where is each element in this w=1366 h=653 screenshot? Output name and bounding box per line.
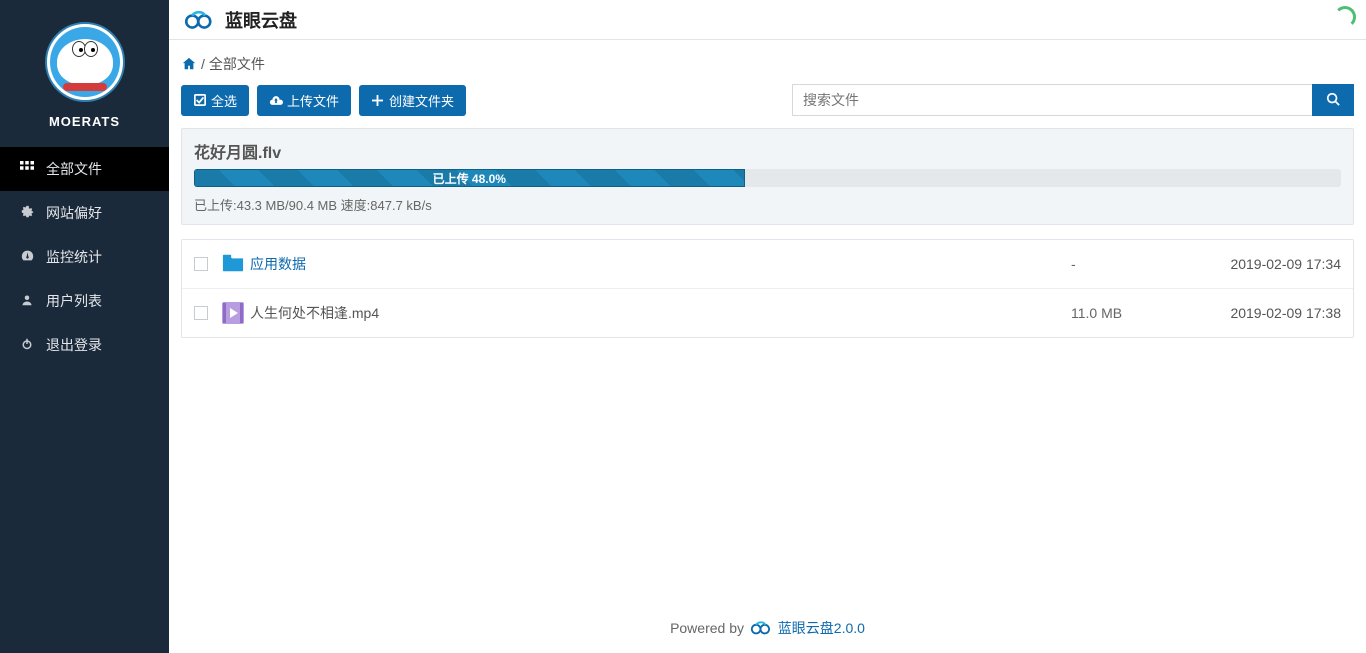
footer-prefix: Powered by [670, 620, 748, 636]
file-list: 应用数据 - 2019-02-09 17:34 人生何处不相逢.mp4 11.0… [181, 239, 1354, 338]
file-size: - [1071, 256, 1191, 272]
search-bar [792, 84, 1354, 116]
sidebar-item-label: 监控统计 [46, 247, 102, 267]
home-icon[interactable] [181, 57, 197, 71]
file-name: 应用数据 [250, 254, 1071, 274]
breadcrumb-sep: / [201, 56, 205, 72]
upload-status-text: 已上传:43.3 MB/90.4 MB 速度:847.7 kB/s [194, 195, 1341, 214]
footer-logo-icon [748, 623, 778, 639]
footer-link[interactable]: 蓝眼云盘2.0.0 [778, 620, 865, 636]
file-size: 11.0 MB [1071, 305, 1191, 321]
sidebar-nav: 全部文件 网站偏好 监控统计 用户列表 退出登录 [0, 147, 169, 367]
sidebar-item-logout[interactable]: 退出登录 [0, 323, 169, 367]
main: 蓝眼云盘 / 全部文件 全选 上传文件 [169, 0, 1366, 653]
file-name: 人生何处不相逢.mp4 [250, 303, 1071, 323]
search-input[interactable] [792, 84, 1312, 116]
sidebar: MOERATS 全部文件 网站偏好 监控统计 用户列表 [0, 0, 169, 653]
progress-bar: 已上传 48.0% [194, 169, 1341, 187]
brand-title: 蓝眼云盘 [225, 7, 297, 33]
folder-icon [222, 253, 244, 275]
action-toolbar: 全选 上传文件 创建文件夹 [181, 84, 1354, 116]
file-row[interactable]: 人生何处不相逢.mp4 11.0 MB 2019-02-09 17:38 [182, 289, 1353, 337]
video-file-icon [222, 302, 244, 324]
avatar[interactable] [45, 22, 125, 102]
sidebar-item-all-files[interactable]: 全部文件 [0, 147, 169, 191]
sidebar-item-monitor[interactable]: 监控统计 [0, 235, 169, 279]
upload-button[interactable]: 上传文件 [257, 85, 351, 116]
user-icon [18, 294, 36, 309]
new-folder-button[interactable]: 创建文件夹 [359, 85, 466, 116]
breadcrumb: / 全部文件 [181, 50, 1354, 84]
check-square-icon [193, 94, 206, 107]
avatar-image [50, 27, 120, 97]
gauge-icon [18, 249, 36, 265]
grid-icon [18, 161, 36, 178]
sidebar-item-label: 退出登录 [46, 335, 102, 355]
footer: Powered by 蓝眼云盘2.0.0 [169, 604, 1366, 653]
sidebar-item-users[interactable]: 用户列表 [0, 279, 169, 323]
plus-icon [371, 94, 384, 107]
gear-icon [18, 205, 36, 221]
breadcrumb-root[interactable]: 全部文件 [209, 54, 265, 74]
upload-filename: 花好月圆.flv [194, 139, 1341, 163]
topbar: 蓝眼云盘 [169, 0, 1366, 40]
content: / 全部文件 全选 上传文件 创建文件夹 [169, 40, 1366, 604]
sidebar-item-label: 网站偏好 [46, 203, 102, 223]
username-label: MOERATS [0, 114, 169, 129]
profile-block: MOERATS [0, 0, 169, 141]
loading-spinner-icon [1334, 6, 1356, 28]
sidebar-item-preferences[interactable]: 网站偏好 [0, 191, 169, 235]
sidebar-item-label: 全部文件 [46, 159, 102, 179]
cloud-upload-icon [269, 94, 282, 107]
sidebar-item-label: 用户列表 [46, 291, 102, 311]
progress-fill: 已上传 48.0% [194, 169, 745, 187]
row-checkbox[interactable] [194, 306, 208, 320]
file-row[interactable]: 应用数据 - 2019-02-09 17:34 [182, 240, 1353, 289]
brand-logo-icon [181, 9, 217, 31]
file-date: 2019-02-09 17:38 [1191, 305, 1341, 321]
search-button[interactable] [1312, 84, 1354, 116]
search-icon [1326, 92, 1340, 109]
row-checkbox[interactable] [194, 257, 208, 271]
file-date: 2019-02-09 17:34 [1191, 256, 1341, 272]
select-all-button[interactable]: 全选 [181, 85, 249, 116]
progress-label: 已上传 48.0% [433, 170, 506, 187]
upload-progress-panel: 花好月圆.flv 已上传 48.0% 已上传:43.3 MB/90.4 MB 速… [181, 128, 1354, 225]
power-icon [18, 338, 36, 353]
